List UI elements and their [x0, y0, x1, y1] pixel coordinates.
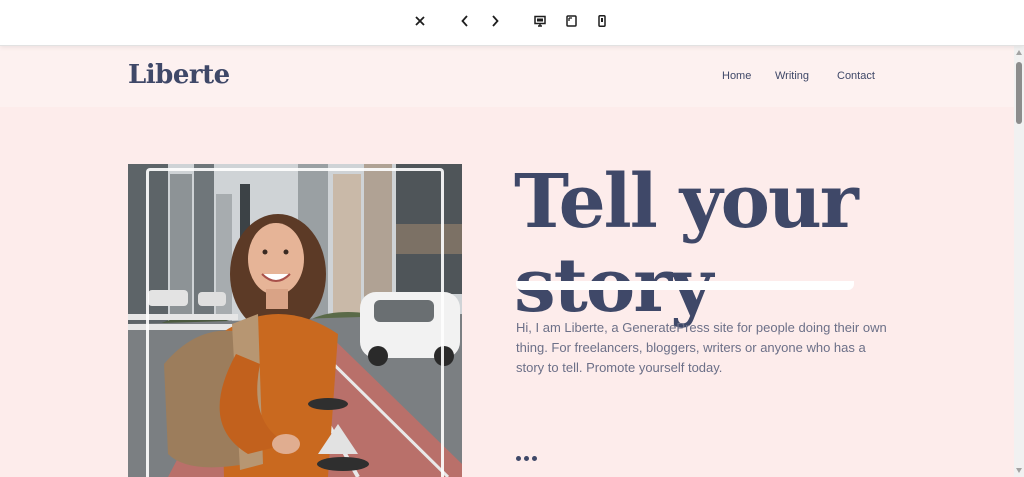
scroll-thumb[interactable]	[1016, 62, 1022, 124]
chevron-left-icon[interactable]	[454, 10, 476, 32]
desktop-icon[interactable]	[529, 10, 551, 32]
hero-title-line-1: Tell your	[514, 159, 859, 245]
nav-home[interactable]: Home	[722, 70, 751, 82]
site-logo[interactable]: Liberte	[128, 60, 230, 90]
dot	[532, 456, 537, 461]
nav-contact[interactable]: Contact	[837, 70, 875, 82]
vertical-scrollbar[interactable]	[1014, 46, 1024, 477]
hero-photo	[128, 164, 462, 477]
dot	[516, 456, 521, 461]
nav-writing[interactable]: Writing	[775, 70, 809, 82]
site-header: Liberte Home Writing Contact	[0, 46, 1014, 107]
close-icon[interactable]	[409, 10, 431, 32]
more-dots	[516, 456, 537, 461]
scroll-up-icon[interactable]	[1016, 50, 1022, 55]
tablet-icon[interactable]	[560, 10, 582, 32]
chevron-right-icon[interactable]	[484, 10, 506, 32]
hero-title: Tell your story	[514, 160, 934, 328]
dot	[524, 456, 529, 461]
title-underline	[516, 281, 854, 290]
site-preview: Liberte Home Writing Contact Tell your s…	[0, 46, 1014, 477]
mobile-icon[interactable]	[591, 10, 613, 32]
preview-toolbar	[0, 0, 1024, 46]
hero-description: Hi, I am Liberte, a GeneratePress site f…	[516, 320, 887, 375]
scroll-down-icon[interactable]	[1016, 468, 1022, 473]
